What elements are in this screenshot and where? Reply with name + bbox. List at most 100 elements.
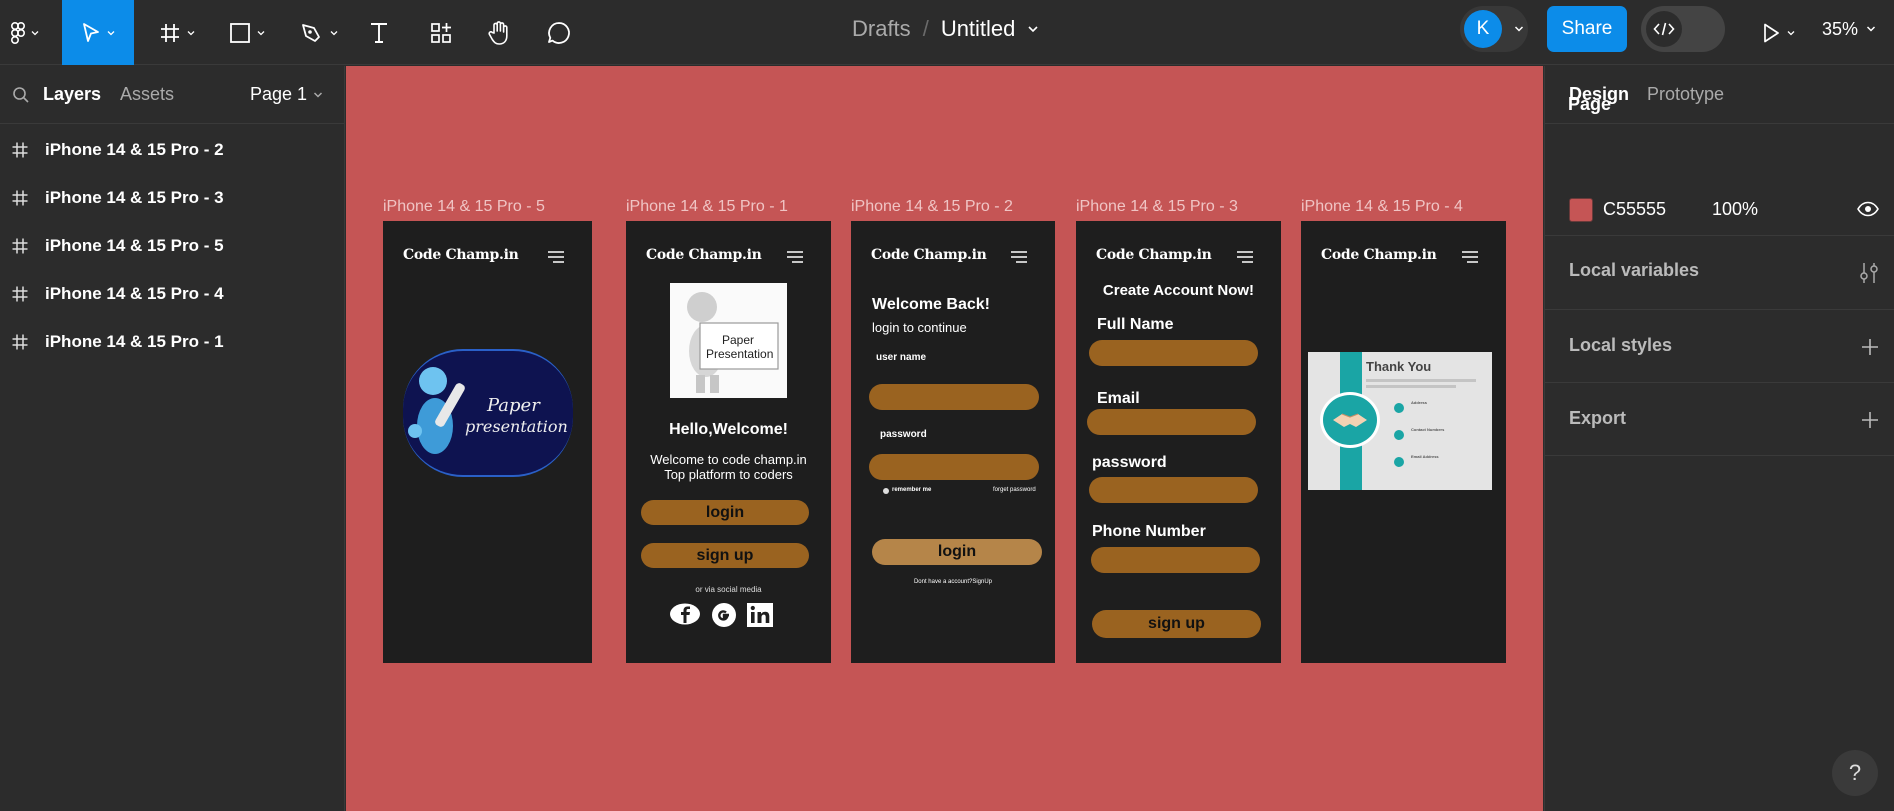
resources-tool-button[interactable] <box>426 0 456 65</box>
eye-visibility-icon[interactable] <box>1857 201 1879 217</box>
remember-me-checkbox[interactable] <box>883 488 889 494</box>
hand-tool-button[interactable] <box>484 0 514 65</box>
phone-number-label: Phone Number <box>1092 523 1206 540</box>
username-label: user name <box>876 352 927 363</box>
layer-item[interactable]: iPhone 14 & 15 Pro - 1 <box>0 318 345 366</box>
chevron-down-icon <box>187 30 195 35</box>
local-variables-label: Local variables <box>1569 260 1700 280</box>
layer-name: iPhone 14 & 15 Pro - 3 <box>45 188 224 207</box>
robot-mascot-icon <box>408 367 465 454</box>
plus-icon[interactable] <box>1861 411 1879 429</box>
layer-item[interactable]: iPhone 14 & 15 Pro - 4 <box>0 270 345 318</box>
login-button[interactable]: login <box>872 539 1042 565</box>
help-button[interactable]: ? <box>1832 750 1878 796</box>
banner-text-line2: presentation <box>465 417 568 436</box>
shape-tool-button[interactable] <box>222 0 272 65</box>
chevron-down-icon[interactable] <box>1027 23 1039 35</box>
pen-icon <box>302 23 320 42</box>
card-dot <box>1394 457 1404 467</box>
user-menu[interactable]: K <box>1460 6 1528 52</box>
layer-item[interactable]: iPhone 14 & 15 Pro - 5 <box>0 222 345 270</box>
signup-button[interactable]: sign up <box>1092 610 1261 638</box>
export-section[interactable]: Export <box>1545 383 1894 456</box>
cursor-arrow-icon <box>83 22 99 42</box>
hamburger-menu-icon <box>1011 251 1027 263</box>
local-styles-section[interactable]: Local styles <box>1545 310 1894 383</box>
local-styles-label: Local styles <box>1569 335 1673 355</box>
frame-label[interactable]: iPhone 14 & 15 Pro - 5 <box>383 198 545 216</box>
phone-frame-3[interactable]: Code Champ.in Create Account Now! Full N… <box>1076 221 1281 663</box>
breadcrumb-drafts-link[interactable]: Drafts <box>852 16 911 42</box>
chevron-down-icon <box>330 30 338 35</box>
thank-you-card: Thank You Address Contact Numbers Email … <box>1308 352 1492 490</box>
fullname-label: Full Name <box>1097 316 1174 333</box>
search-icon[interactable] <box>12 86 30 104</box>
card-desc-line <box>1366 385 1456 388</box>
app-logo: Code Champ.in <box>403 247 519 263</box>
share-button[interactable]: Share <box>1547 6 1627 52</box>
password-input[interactable] <box>869 454 1039 480</box>
left-panel-tabs: Layers Assets Page 1 <box>0 66 345 124</box>
design-canvas[interactable]: iPhone 14 & 15 Pro - 5 Code Champ.in Pap… <box>346 66 1543 811</box>
chevron-down-icon <box>257 30 265 35</box>
layer-item[interactable]: iPhone 14 & 15 Pro - 3 <box>0 174 345 222</box>
email-input[interactable] <box>1087 409 1256 435</box>
signup-button[interactable]: sign up <box>641 543 809 568</box>
frame-hash-icon <box>12 190 28 206</box>
welcome-back-heading: Welcome Back! <box>872 296 990 313</box>
phone-frame-5[interactable]: Code Champ.in Paper presentation <box>383 221 592 663</box>
fullname-input[interactable] <box>1089 340 1258 366</box>
page-color-opacity[interactable]: 100% <box>1712 199 1758 220</box>
password-input[interactable] <box>1089 477 1258 503</box>
social-caption: or via social media <box>695 585 762 594</box>
signup-prompt-link[interactable]: Dont have a account?SignUp <box>851 579 1055 585</box>
welcome-subtitle-line2: Top platform to coders <box>664 467 793 482</box>
layer-item[interactable]: iPhone 14 & 15 Pro - 2 <box>0 126 345 174</box>
frame-label[interactable]: iPhone 14 & 15 Pro - 2 <box>851 198 1013 216</box>
pen-tool-button[interactable] <box>294 0 344 65</box>
linkedin-icon[interactable] <box>746 603 774 627</box>
page-selector[interactable]: Page 1 <box>250 84 323 105</box>
phone-frame-2[interactable]: Code Champ.in Welcome Back! login to con… <box>851 221 1055 663</box>
frame-label[interactable]: iPhone 14 & 15 Pro - 3 <box>1076 198 1238 216</box>
comment-bubble-icon <box>548 21 570 44</box>
text-tool-button[interactable] <box>364 0 394 65</box>
image-text-line1: Paper <box>722 333 755 347</box>
forget-password-link[interactable]: forget password <box>993 487 1036 493</box>
page-color-hex[interactable]: C55555 <box>1603 199 1666 220</box>
app-logo: Code Champ.in <box>646 247 762 263</box>
layer-name: iPhone 14 & 15 Pro - 5 <box>45 236 224 255</box>
welcome-heading: Hello,Welcome! <box>669 421 788 438</box>
password-label: password <box>880 429 927 440</box>
phone-frame-1[interactable]: Code Champ.in Paper Presentation Hello,W… <box>626 221 831 663</box>
login-subtitle: login to continue <box>872 320 967 335</box>
phone-frame-4[interactable]: Code Champ.in Thank You Address Contact … <box>1301 221 1506 663</box>
frame-label[interactable]: iPhone 14 & 15 Pro - 4 <box>1301 198 1463 216</box>
google-icon[interactable] <box>710 603 738 627</box>
app-logo: Code Champ.in <box>1321 247 1437 263</box>
login-button[interactable]: login <box>641 500 809 525</box>
tab-layers[interactable]: Layers <box>43 84 101 105</box>
zoom-dropdown[interactable]: 35% <box>1822 0 1876 58</box>
layer-name: iPhone 14 & 15 Pro - 1 <box>45 332 224 351</box>
avatar: K <box>1464 10 1502 48</box>
move-tool-button[interactable] <box>62 0 134 65</box>
username-input[interactable] <box>869 384 1039 410</box>
tab-prototype[interactable]: Prototype <box>1647 84 1724 105</box>
file-title[interactable]: Untitled <box>941 16 1016 42</box>
main-menu-button[interactable] <box>0 0 50 65</box>
local-variables-section[interactable]: Local variables <box>1545 236 1894 310</box>
frame-label[interactable]: iPhone 14 & 15 Pro - 1 <box>626 198 788 216</box>
paper-presentation-banner: Paper presentation <box>403 349 573 477</box>
dev-mode-toggle[interactable] <box>1641 6 1725 52</box>
sliders-settings-icon[interactable] <box>1859 262 1879 284</box>
phone-number-input[interactable] <box>1091 547 1260 573</box>
frame-tool-button[interactable] <box>152 0 202 65</box>
plus-icon[interactable] <box>1861 338 1879 356</box>
facebook-icon[interactable] <box>669 603 701 625</box>
comment-tool-button[interactable] <box>544 0 574 65</box>
tab-assets[interactable]: Assets <box>120 84 174 105</box>
layer-name: iPhone 14 & 15 Pro - 4 <box>45 284 224 303</box>
page-color-swatch[interactable] <box>1569 198 1593 222</box>
present-button[interactable] <box>1750 0 1806 65</box>
